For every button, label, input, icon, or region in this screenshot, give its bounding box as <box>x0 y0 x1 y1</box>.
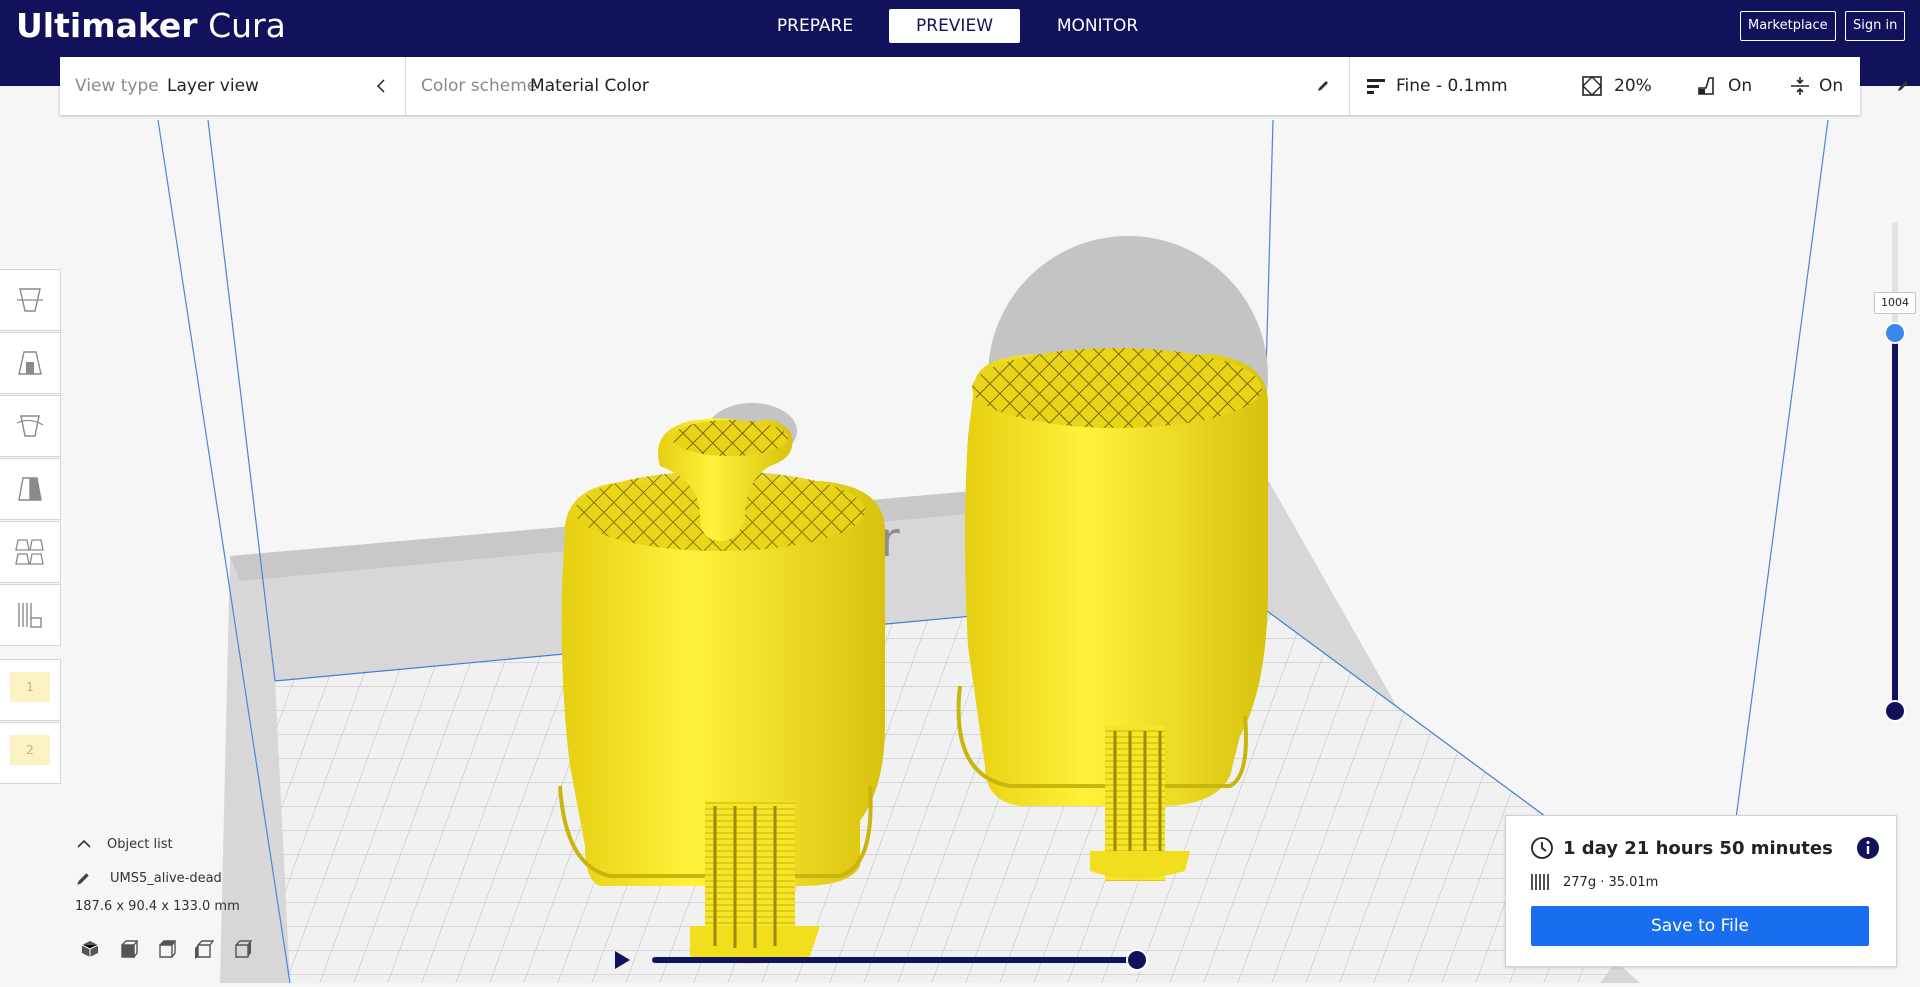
per-model-settings-icon <box>15 539 44 565</box>
front-view-icon[interactable] <box>118 939 138 959</box>
support-blocker-button[interactable] <box>0 584 61 646</box>
path-slider-handle[interactable] <box>1126 949 1148 971</box>
app-product: Cura <box>208 6 286 45</box>
layer-height-icon <box>1367 79 1385 94</box>
left-toolbar: 1 2 <box>0 269 61 785</box>
rotate-icon <box>16 415 44 437</box>
layer-slider-lower-handle[interactable] <box>1884 700 1906 722</box>
marketplace-button[interactable]: Marketplace <box>1740 11 1836 41</box>
layer-slider-range[interactable] <box>1892 332 1898 712</box>
view-type-selector[interactable]: View type Layer view <box>60 57 405 115</box>
support-blocker-icon <box>18 603 42 628</box>
tab-monitor[interactable]: MONITOR <box>1020 9 1175 43</box>
color-scheme-label: Color scheme <box>421 76 538 96</box>
scale-icon <box>18 351 42 375</box>
extruder-1-label: 1 <box>10 672 50 702</box>
simulation-playback <box>612 945 1152 975</box>
left-view-icon[interactable] <box>194 939 214 959</box>
current-layer-label[interactable]: 1004 <box>1874 292 1916 314</box>
object-list-title: Object list <box>107 837 173 852</box>
translate-icon <box>17 288 43 312</box>
path-slider-track[interactable] <box>652 957 1142 963</box>
right-view-icon[interactable] <box>232 939 252 959</box>
mirror-tool-button[interactable] <box>0 458 61 520</box>
material-usage: 277g · 35.01m <box>1563 875 1659 890</box>
profile-value: Fine - 0.1mm <box>1396 76 1508 96</box>
support-value: On <box>1728 76 1753 96</box>
view-orientation-controls <box>70 939 252 969</box>
chevron-left-icon[interactable] <box>375 79 387 93</box>
object-name-row[interactable]: UMS5_alive-dead <box>70 869 235 895</box>
translate-tool-button[interactable] <box>0 269 61 331</box>
layer-slider-upper-handle[interactable] <box>1884 322 1906 344</box>
color-scheme-selector[interactable]: Color scheme Material Color <box>406 57 1349 115</box>
3d-view-icon[interactable] <box>80 939 100 959</box>
left-model <box>558 418 885 964</box>
clock-icon <box>1531 837 1553 859</box>
spool-icon <box>1531 874 1549 890</box>
layer-slider-track-upper <box>1892 222 1898 332</box>
support-icon <box>1698 77 1714 95</box>
extruder-1-slot[interactable]: 1 <box>0 659 61 721</box>
pencil-icon <box>77 873 89 885</box>
adhesion-icon <box>1791 77 1809 95</box>
object-list-toggle[interactable]: Object list <box>70 835 235 857</box>
view-type-value: Layer view <box>167 76 259 96</box>
pencil-icon[interactable] <box>1316 79 1330 93</box>
adhesion-value: On <box>1819 76 1844 96</box>
tab-prepare[interactable]: PREPARE <box>740 9 890 43</box>
view-type-label: View type <box>75 76 159 96</box>
extruder-2-slot[interactable]: 2 <box>0 722 61 784</box>
print-time: 1 day 21 hours 50 minutes <box>1563 838 1833 859</box>
rotate-tool-button[interactable] <box>0 395 61 457</box>
object-dimensions: 187.6 x 90.4 x 133.0 mm <box>75 899 240 914</box>
save-to-file-button[interactable]: Save to File <box>1531 906 1869 946</box>
tab-preview[interactable]: PREVIEW <box>889 9 1020 43</box>
chevron-up-icon <box>77 839 91 848</box>
play-icon[interactable] <box>612 950 632 970</box>
print-settings-selector[interactable]: Fine - 0.1mm 20% On On <box>1350 57 1908 115</box>
app-brand: Ultimaker <box>16 6 198 45</box>
object-list-panel: Object list UMS5_alive-dead 187.6 x 90.4… <box>70 835 252 969</box>
app-logo: Ultimaker Cura <box>16 6 286 45</box>
infill-icon <box>1582 76 1602 96</box>
print-information-panel: 1 day 21 hours 50 minutes 277g · 35.01m … <box>1505 815 1897 967</box>
per-model-settings-button[interactable] <box>0 521 61 583</box>
sign-in-button[interactable]: Sign in <box>1845 11 1906 41</box>
scale-tool-button[interactable] <box>0 332 61 394</box>
infill-value: 20% <box>1614 76 1652 96</box>
info-icon[interactable] <box>1856 836 1880 860</box>
extruder-2-label: 2 <box>10 735 50 765</box>
top-view-icon[interactable] <box>156 939 176 959</box>
object-name: UMS5_alive-dead <box>110 871 222 886</box>
mirror-icon <box>18 477 42 501</box>
pencil-icon[interactable] <box>1896 79 1910 93</box>
stage-header-panel: View type Layer view Color scheme Materi… <box>60 57 1908 115</box>
color-scheme-value: Material Color <box>530 76 649 96</box>
layer-slider[interactable]: 1004 <box>1874 222 1916 722</box>
